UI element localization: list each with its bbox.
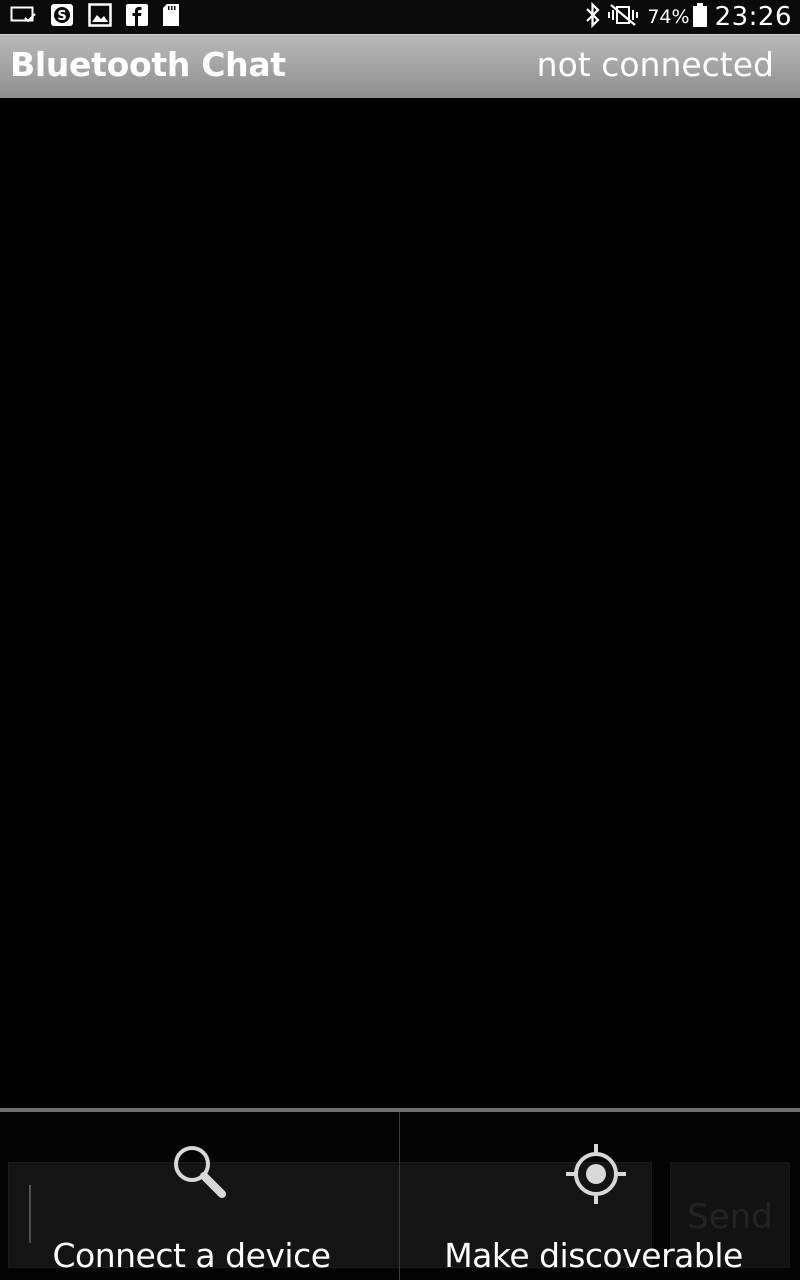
facebook-icon <box>126 4 148 30</box>
menu-item-make-discoverable[interactable]: Make discoverable <box>400 1112 799 1280</box>
vibrate-icon <box>607 4 639 30</box>
title-bar: Bluetooth Chat not connected <box>0 34 800 98</box>
status-bar: S 74% 23:26 <box>0 0 800 34</box>
search-icon <box>170 1142 230 1206</box>
svg-text:S: S <box>57 9 66 24</box>
battery-icon <box>692 3 707 31</box>
app-title: Bluetooth Chat <box>10 45 286 84</box>
menu-item-connect-device[interactable]: Connect a device <box>0 1112 399 1280</box>
connection-status: not connected <box>536 45 774 84</box>
screen: S 74% 23:26 Bluetooth Chat not connected… <box>0 0 800 1280</box>
notification-icons: S <box>10 3 194 31</box>
battery-percentage: 74% <box>647 6 690 28</box>
gallery-icon <box>88 3 112 31</box>
cast-icon <box>10 5 36 29</box>
skype-icon: S <box>50 3 74 31</box>
sd-card-icon <box>162 3 180 31</box>
discoverable-icon <box>564 1142 628 1210</box>
system-status: 74% 23:26 <box>585 0 792 34</box>
menu-item-label: Connect a device <box>52 1236 331 1275</box>
conversation-list[interactable] <box>0 98 800 1108</box>
bluetooth-icon <box>585 1 601 32</box>
options-menu: Connect a device Make discoverable <box>0 1112 800 1280</box>
menu-item-label: Make discoverable <box>444 1236 743 1275</box>
clock: 23:26 <box>714 2 792 32</box>
